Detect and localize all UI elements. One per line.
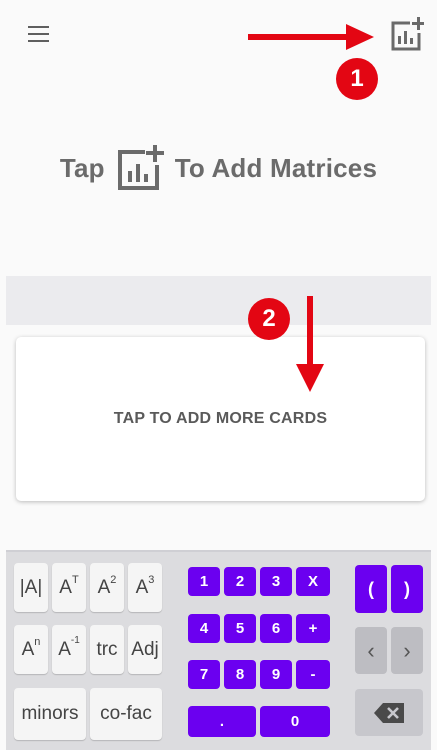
adjoint-key[interactable]: Adj xyxy=(128,625,162,674)
add-matrix-button[interactable] xyxy=(388,16,425,52)
inverse-key[interactable]: A -1 xyxy=(52,625,86,674)
key-6[interactable]: 6 xyxy=(260,614,292,643)
empty-state-hint: Tap To Add Matrices xyxy=(0,138,437,198)
add-card-button[interactable]: TAP TO ADD MORE CARDS xyxy=(16,337,425,501)
add-chart-icon xyxy=(117,145,164,190)
cofactor-key[interactable]: co-fac xyxy=(90,688,162,740)
key-1[interactable]: 1 xyxy=(188,567,220,596)
determinant-key[interactable]: |A| xyxy=(14,563,48,612)
key-7[interactable]: 7 xyxy=(188,660,220,689)
key-5[interactable]: 5 xyxy=(224,614,256,643)
cursor-left-button[interactable]: ‹ xyxy=(355,627,387,674)
multiply-key[interactable]: X xyxy=(296,567,330,596)
minors-key[interactable]: minors xyxy=(14,688,86,740)
matrix-strip xyxy=(6,276,431,325)
key-0[interactable]: 0 xyxy=(260,706,330,737)
hamburger-menu-icon[interactable] xyxy=(26,24,52,46)
open-paren-key[interactable]: ( xyxy=(355,565,387,613)
callout-badge-1: 1 xyxy=(336,58,378,100)
cursor-right-button[interactable]: › xyxy=(391,627,423,674)
trace-key[interactable]: trc xyxy=(90,625,124,674)
matrix-keyboard: |A| AT A2 A3 An A -1 trc Adj minors co-fa… xyxy=(6,550,431,750)
key-2[interactable]: 2 xyxy=(224,567,256,596)
key-3[interactable]: 3 xyxy=(260,567,292,596)
key-9[interactable]: 9 xyxy=(260,660,292,689)
red-arrow-right xyxy=(248,24,374,50)
callout-badge-2: 2 xyxy=(248,298,290,340)
close-paren-key[interactable]: ) xyxy=(391,565,423,613)
key-8[interactable]: 8 xyxy=(224,660,256,689)
key-4[interactable]: 4 xyxy=(188,614,220,643)
transpose-key[interactable]: AT xyxy=(52,563,86,612)
minus-key[interactable]: - xyxy=(296,660,330,689)
hint-text-after: To Add Matrices xyxy=(174,152,378,183)
add-chart-icon xyxy=(391,17,425,51)
decimal-point-key[interactable]: . xyxy=(188,706,256,737)
square-key[interactable]: A2 xyxy=(90,563,124,612)
cube-key[interactable]: A3 xyxy=(128,563,162,612)
add-card-label: TAP TO ADD MORE CARDS xyxy=(113,410,328,427)
hint-text-before: Tap xyxy=(59,152,105,183)
plus-key[interactable]: + xyxy=(296,614,330,643)
power-n-key[interactable]: An xyxy=(14,625,48,674)
chevron-left-icon: ‹ xyxy=(367,637,375,663)
red-arrow-down xyxy=(296,296,324,392)
backspace-icon xyxy=(374,702,404,723)
chevron-right-icon: › xyxy=(403,637,411,663)
backspace-button[interactable] xyxy=(355,689,423,736)
